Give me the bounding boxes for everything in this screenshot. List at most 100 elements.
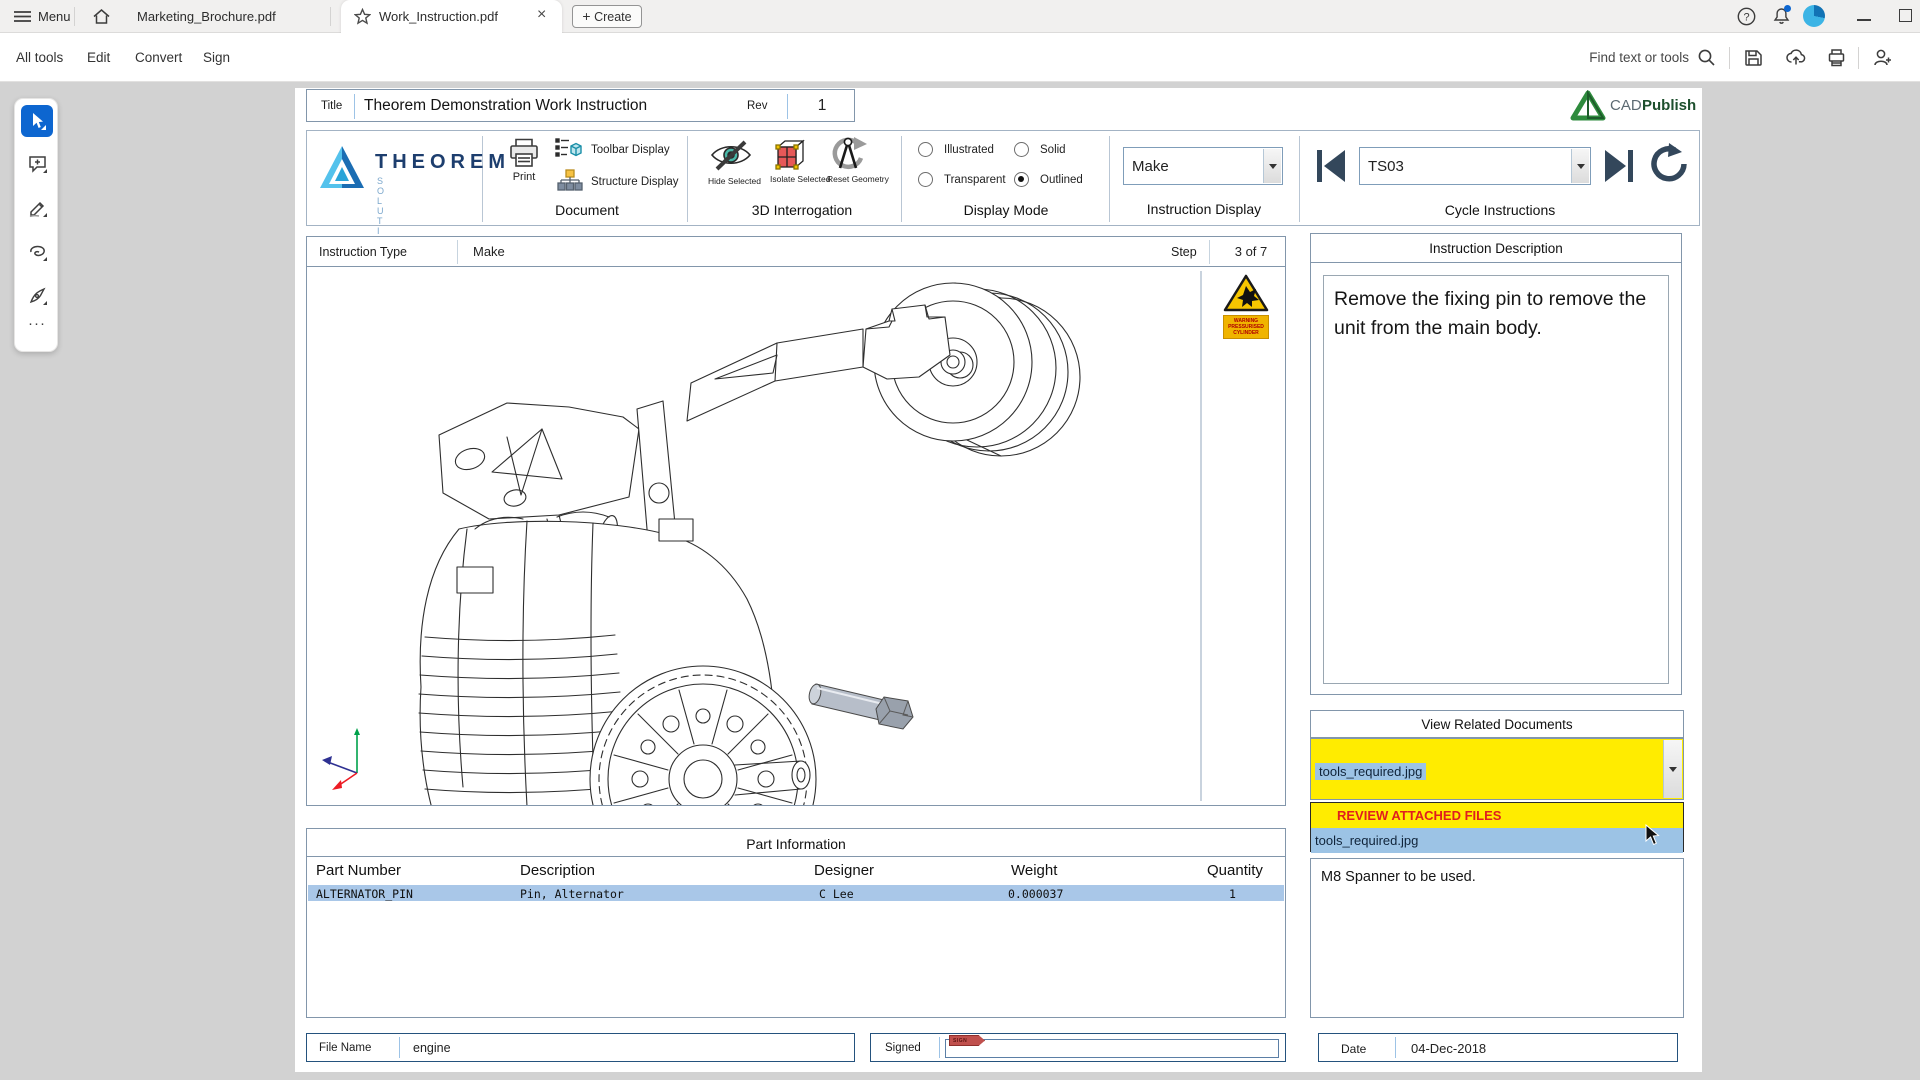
reset-cycle-button[interactable]: [1645, 143, 1689, 187]
share-upload-icon[interactable]: [1785, 47, 1807, 68]
combo-dropdown-button[interactable]: [1571, 149, 1589, 183]
dropdown-item-review[interactable]: REVIEW ATTACHED FILES: [1311, 803, 1683, 828]
search-icon[interactable]: [1697, 48, 1716, 67]
signature-tag-icon[interactable]: SIGN: [949, 1035, 985, 1046]
menu-sign[interactable]: Sign: [203, 33, 230, 82]
find-text-label[interactable]: Find text or tools: [1577, 33, 1689, 82]
radio-outlined-label[interactable]: Outlined: [1040, 174, 1083, 186]
divider: [1209, 240, 1210, 264]
toolbar-display-button[interactable]: [555, 137, 583, 161]
cycle-section-label: Cycle Instructions: [1410, 202, 1590, 218]
dropdown-item-tools-required[interactable]: tools_required.jpg: [1311, 828, 1683, 853]
toolbar-display-label[interactable]: Toolbar Display: [591, 144, 670, 156]
star-icon[interactable]: [354, 8, 371, 25]
fixing-pin: [807, 683, 913, 729]
col-quantity: Quantity: [1207, 862, 1263, 879]
tab-work-instruction[interactable]: Work_Instruction.pdf ×: [341, 0, 562, 33]
radio-transparent[interactable]: [918, 172, 933, 187]
print-button[interactable]: Print: [507, 137, 541, 183]
radio-solid-label[interactable]: Solid: [1040, 144, 1066, 156]
mouse-cursor: [1645, 824, 1661, 846]
notifications-bell-icon[interactable]: [1771, 6, 1792, 27]
create-button[interactable]: + Create: [572, 5, 642, 28]
more-tools-button[interactable]: ···: [15, 315, 59, 332]
hide-selected-button[interactable]: Hide Selected: [709, 139, 754, 186]
maximize-button[interactable]: [1899, 9, 1912, 22]
date-value[interactable]: 04-Dec-2018: [1411, 1041, 1486, 1056]
save-icon[interactable]: [1743, 47, 1764, 68]
help-icon[interactable]: ?: [1737, 7, 1756, 26]
related-documents-combo[interactable]: tools_required.jpg: [1310, 738, 1684, 800]
cadpublish-triangle-icon: [1570, 90, 1606, 121]
svg-text:?: ?: [1743, 12, 1749, 24]
instruction-type-value: Make: [473, 244, 505, 259]
instruction-type-label: Instruction Type: [319, 245, 407, 259]
instruction-description-field[interactable]: Remove the fixing pin to remove the unit…: [1323, 275, 1669, 684]
combo-dropdown-button[interactable]: [1663, 740, 1682, 798]
next-instruction-button[interactable]: [1603, 147, 1635, 185]
reset-geometry-label: Reset Geometry: [827, 174, 871, 184]
structure-display-label[interactable]: Structure Display: [591, 176, 679, 188]
file-name-value[interactable]: engine: [413, 1041, 451, 1055]
tab-marketing-brochure[interactable]: Marketing_Brochure.pdf: [137, 0, 276, 33]
menubar: All tools Edit Convert Sign Find text or…: [0, 33, 1920, 82]
avatar[interactable]: [1803, 5, 1825, 27]
document-ribbon: THEOREM S O L U T I O N S Print Toolbar …: [306, 130, 1700, 226]
combo-dropdown-button[interactable]: [1263, 149, 1281, 183]
add-people-icon[interactable]: [1872, 47, 1894, 68]
col-part-number: Part Number: [316, 862, 401, 879]
divider: [482, 136, 483, 222]
isolate-selected-button[interactable]: Isolate Selected: [770, 137, 810, 184]
menu-button[interactable]: Menu: [38, 0, 71, 33]
instruction-description-title: Instruction Description: [1311, 241, 1681, 256]
related-documents-header: View Related Documents: [1310, 710, 1684, 738]
signature-input[interactable]: [945, 1039, 1279, 1058]
menu-all-tools[interactable]: All tools: [16, 33, 63, 82]
instruction-display-combo[interactable]: Make: [1123, 147, 1283, 185]
select-tool[interactable]: [21, 105, 53, 137]
print-icon[interactable]: [1826, 47, 1847, 68]
lasso-tool[interactable]: [21, 235, 53, 267]
display-mode-section-label: Display Mode: [936, 202, 1076, 218]
date-label: Date: [1341, 1042, 1366, 1056]
cycle-instructions-combo[interactable]: TS03: [1359, 147, 1591, 185]
reset-geometry-button[interactable]: Reset Geometry: [827, 135, 871, 184]
col-weight: Weight: [1011, 862, 1057, 879]
structure-display-button[interactable]: [557, 169, 583, 193]
step-value: 3 of 7: [1219, 244, 1283, 259]
radio-transparent-label[interactable]: Transparent: [944, 174, 1006, 186]
radio-outlined[interactable]: [1014, 172, 1029, 187]
close-tab-icon[interactable]: ×: [537, 6, 546, 24]
cycle-instructions-value: TS03: [1368, 158, 1404, 175]
radio-illustrated-label[interactable]: Illustrated: [944, 144, 994, 156]
sign-pen-tool[interactable]: [21, 279, 53, 311]
3d-viewport[interactable]: WARNING PRESSURISED CYLINDER: [307, 267, 1285, 805]
col-designer: Designer: [814, 862, 874, 879]
related-documents-dropdown: REVIEW ATTACHED FILES tools_required.jpg: [1310, 802, 1684, 852]
theorem-name: THEOREM: [375, 151, 510, 174]
warning-triangle-icon: [1223, 273, 1269, 313]
instruction-display-section-label: Instruction Display: [1134, 201, 1274, 217]
title-field: Title Theorem Demonstration Work Instruc…: [306, 89, 855, 122]
menu-edit[interactable]: Edit: [87, 33, 110, 82]
comment-tool[interactable]: [21, 147, 53, 179]
related-notes-field[interactable]: M8 Spanner to be used.: [1310, 858, 1684, 1018]
quick-tools-dock: ···: [14, 98, 58, 352]
menu-convert[interactable]: Convert: [135, 33, 182, 82]
radio-illustrated[interactable]: [918, 142, 933, 157]
cell-description: Pin, Alternator: [520, 887, 624, 901]
cell-weight: 0.000037: [1008, 887, 1063, 901]
cell-quantity: 1: [1229, 887, 1236, 901]
previous-instruction-button[interactable]: [1315, 147, 1347, 185]
divider: [787, 94, 788, 119]
hamburger-menu-icon[interactable]: [14, 10, 31, 23]
home-icon[interactable]: [92, 8, 111, 25]
draw-pencil-tool[interactable]: [21, 191, 53, 223]
radio-solid[interactable]: [1014, 142, 1029, 157]
instruction-display-value: Make: [1132, 158, 1169, 175]
minimize-button[interactable]: [1857, 19, 1871, 21]
rev-value[interactable]: 1: [802, 97, 842, 115]
table-row[interactable]: ALTERNATOR_PIN Pin, Alternator C Lee 0.0…: [308, 885, 1284, 901]
title-value[interactable]: Theorem Demonstration Work Instruction: [364, 97, 647, 115]
axis-triad-icon: [322, 728, 360, 790]
